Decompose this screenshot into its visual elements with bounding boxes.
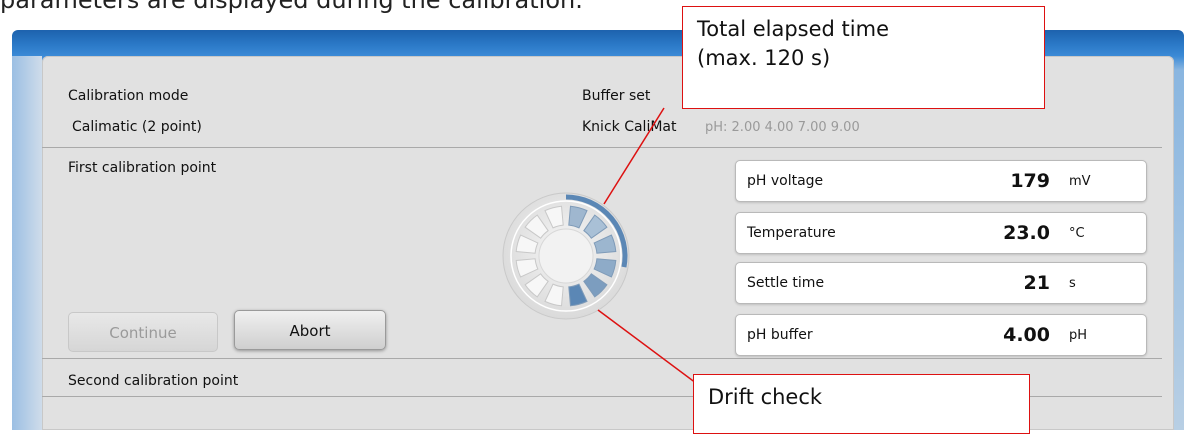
elapsed-leader-line [603, 107, 665, 205]
drift-leader-line [597, 309, 709, 393]
elapsed-time-callout: Total elapsed time (max. 120 s) [682, 6, 1045, 109]
callout-text: Drift check [708, 385, 823, 409]
drift-check-callout: Drift check [693, 374, 1030, 434]
callout-text: (max. 120 s) [697, 46, 831, 70]
callout-text: Total elapsed time [697, 17, 889, 41]
